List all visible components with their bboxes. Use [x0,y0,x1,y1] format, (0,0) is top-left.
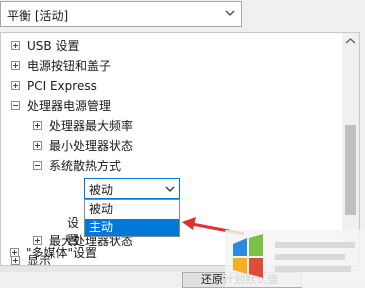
tree-item-label: USB 设置 [27,39,80,53]
minus-icon[interactable] [33,161,42,170]
scroll-up-arrow-icon[interactable] [342,33,359,50]
scrollbar-thumb[interactable] [345,125,356,215]
cooling-policy-dropdown[interactable]: 被动 [84,178,180,199]
tree-item-label: 系统散热方式 [49,159,122,173]
power-plan-value: 平衡 [活动] [7,9,69,23]
watermark-logo-icon [225,230,365,287]
tree-item-label: "多媒体"设置 [26,246,98,260]
minus-icon[interactable] [11,101,20,110]
cooling-policy-options: 被动 主动 [84,199,180,237]
tree-item-label: 处理器电源管理 [27,99,112,113]
plus-icon[interactable] [33,121,42,130]
plus-icon[interactable] [10,248,19,257]
tree-item-label: 电源按钮和盖子 [27,59,112,73]
power-plan-select[interactable]: 平衡 [活动] [0,1,242,27]
chevron-down-icon [225,10,235,16]
chevron-down-icon [165,186,175,192]
cooling-policy-value: 被动 [89,183,114,197]
plus-icon[interactable] [33,141,42,150]
option-active[interactable]: 主动 [85,219,179,236]
option-passive[interactable]: 被动 [85,201,179,218]
tree-item-label: PCI Express [27,79,97,93]
tree-item-label: 最小处理器状态 [49,139,134,153]
plus-icon[interactable] [11,256,20,265]
plus-icon[interactable] [11,61,20,70]
plus-icon[interactable] [11,81,20,90]
plus-icon[interactable] [11,41,20,50]
tree-item-label: 处理器最大频率 [49,119,134,133]
